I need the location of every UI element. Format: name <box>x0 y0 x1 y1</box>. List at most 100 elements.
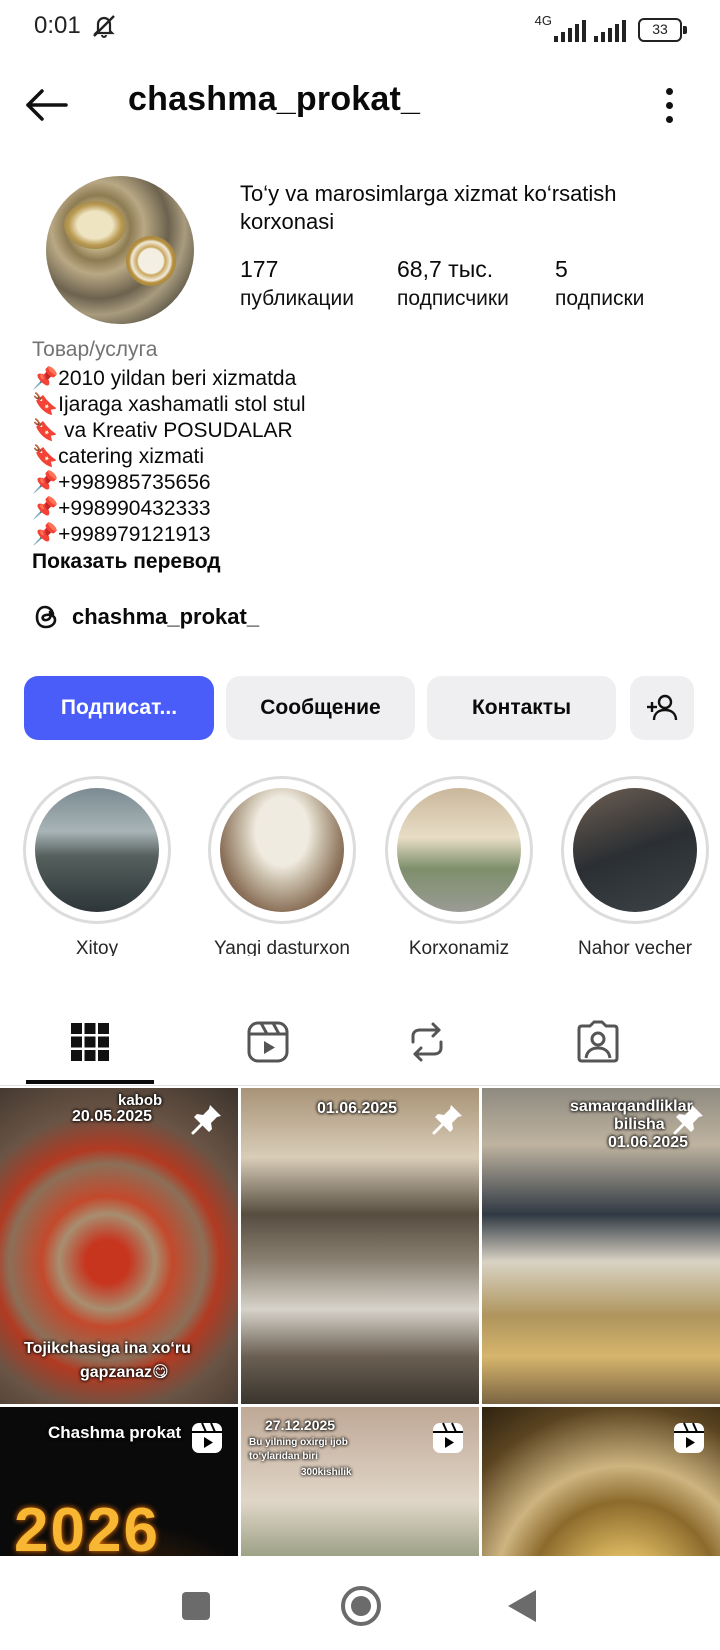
profile-stats: 177 публикации 68,7 тыс. подписчики 5 по… <box>240 254 700 314</box>
tab-reels[interactable] <box>196 1000 340 1084</box>
reels-icon <box>247 1021 289 1063</box>
signal-icon <box>554 20 586 42</box>
highlight-cover <box>573 788 697 912</box>
highlight-yangi-dasturxon[interactable]: Yangi dasturxon <box>197 776 367 956</box>
bio-line[interactable]: 📌+998979121913 <box>32 522 692 548</box>
repost-icon <box>411 1022 443 1062</box>
post-caption: 27.12.2025 <box>265 1417 336 1433</box>
follow-button[interactable]: Подписат... <box>24 676 214 740</box>
pin-icon <box>191 1105 221 1135</box>
profile-category: Товар/услуга <box>32 338 158 361</box>
reel-icon <box>433 1422 463 1453</box>
tab-reposts[interactable] <box>355 1000 499 1084</box>
post-caption: 20.05.2025 <box>72 1108 153 1125</box>
threads-link[interactable]: chashma_prokat_ <box>32 600 259 634</box>
highlight-ring <box>385 776 533 924</box>
post-caption: Chashma prokat <box>48 1423 182 1442</box>
bio-line: 🔖 va Kreativ POSUDALAR <box>32 419 293 442</box>
post-caption: kabob <box>118 1092 163 1109</box>
post-tile[interactable] <box>482 1407 720 1556</box>
highlight-ring <box>23 776 171 924</box>
show-translation-link[interactable]: Показать перевод <box>32 550 221 574</box>
threads-icon <box>35 605 57 629</box>
recent-apps-icon[interactable] <box>182 1592 210 1620</box>
home-icon[interactable] <box>341 1586 381 1626</box>
contacts-button[interactable]: Контакты <box>427 676 616 740</box>
network-type: 4G <box>534 13 552 28</box>
profile-header: chashma_prokat_ <box>0 62 720 146</box>
page-title: chashma_prokat_ <box>128 80 421 118</box>
highlight-cover <box>397 788 521 912</box>
back-triangle-icon[interactable] <box>508 1590 536 1622</box>
avatar[interactable] <box>46 176 194 324</box>
stat-followers-value: 68,7 тыс. <box>397 256 494 282</box>
post-caption: Bu yilning oxirgi ijob <box>249 1437 348 1448</box>
threads-handle: chashma_prokat_ <box>72 604 260 629</box>
highlight-xitoy[interactable]: Xitoy <box>12 776 182 956</box>
highlight-ring <box>208 776 356 924</box>
post-caption: 2026 <box>14 1496 160 1556</box>
posts-grid: kabob 20.05.2025 Tojikchasiga ina xo‘ru … <box>0 1088 720 1556</box>
message-button[interactable]: Сообщение <box>226 676 415 740</box>
tab-tagged[interactable] <box>526 1000 670 1084</box>
grid-icon <box>71 1023 109 1061</box>
profile-actions: Подписат... Сообщение Контакты <box>24 676 704 740</box>
post-caption: bilisha <box>614 1116 665 1133</box>
post-tile[interactable]: 01.06.2025 <box>241 1088 479 1404</box>
stat-following[interactable]: 5 подписки <box>555 254 644 314</box>
stat-posts-value: 177 <box>240 256 279 282</box>
profile-bio: 📌2010 yildan beri xizmatda 🔖Ijaraga xash… <box>32 366 692 548</box>
profile-tabs <box>0 1000 720 1086</box>
status-time: 0:01 <box>34 12 81 39</box>
post-caption: gapzanaz😋 <box>80 1364 169 1381</box>
back-arrow-icon[interactable] <box>22 80 72 130</box>
stat-followers-label: подписчики <box>397 287 509 310</box>
highlight-korxonamiz[interactable]: Korxonamiz <box>374 776 544 956</box>
bio-line[interactable]: 📌+998985735656 <box>32 470 692 496</box>
stat-following-label: подписки <box>555 287 645 310</box>
highlight-label: Yangi dasturxon <box>214 938 350 956</box>
highlight-label: Xitoy <box>75 938 119 956</box>
stat-posts-label: публикации <box>240 287 354 310</box>
highlight-ring <box>561 776 709 924</box>
post-tile[interactable]: Chashma prokat 2026 <box>0 1407 238 1556</box>
status-bar: 0:01 4G 33 <box>0 0 720 56</box>
reel-icon <box>674 1422 704 1453</box>
highlight-label: Korxonamiz <box>408 938 510 956</box>
post-caption: Tojikchasiga ina xo‘ru <box>24 1340 191 1357</box>
pin-icon <box>673 1105 703 1135</box>
add-person-button[interactable] <box>630 676 694 740</box>
post-caption: 01.06.2025 <box>608 1134 689 1151</box>
tagged-person-icon <box>577 1020 619 1063</box>
highlight-label: Nahor vecher <box>577 938 693 956</box>
bio-line[interactable]: 📌+998990432333 <box>32 496 692 522</box>
battery-level: 33 <box>652 21 668 37</box>
highlight-cover <box>35 788 159 912</box>
post-tile[interactable]: kabob 20.05.2025 Tojikchasiga ina xo‘ru … <box>0 1088 238 1404</box>
post-caption: to‘ylaridan biri <box>249 1451 318 1462</box>
stat-posts[interactable]: 177 публикации <box>240 254 354 314</box>
tab-grid[interactable] <box>18 1000 162 1084</box>
bio-line: 📌2010 yildan beri xizmatda <box>32 367 297 390</box>
more-vertical-icon[interactable] <box>660 80 680 130</box>
reel-icon <box>192 1422 222 1453</box>
post-caption: 300kishilik <box>301 1467 352 1478</box>
highlight-nahor-vecher[interactable]: Nahor vecher <box>550 776 720 956</box>
highlight-cover <box>220 788 344 912</box>
stat-following-value: 5 <box>555 256 568 282</box>
system-nav-bar <box>0 1560 720 1650</box>
profile-name: To‘y va marosimlarga xizmat ko‘rsatish k… <box>240 181 617 234</box>
post-tile[interactable]: 27.12.2025 Bu yilning oxirgi ijob to‘yla… <box>241 1407 479 1556</box>
pin-icon <box>432 1105 462 1135</box>
add-person-icon <box>647 694 678 721</box>
status-indicators: 4G 33 <box>534 12 687 42</box>
story-highlights: Xitoy Yangi dasturxon Korxonamiz Nahor v… <box>0 776 720 956</box>
mute-icon <box>93 15 115 38</box>
battery-icon: 33 <box>638 18 687 42</box>
stat-followers[interactable]: 68,7 тыс. подписчики <box>397 254 509 314</box>
post-caption: 01.06.2025 <box>317 1100 398 1117</box>
bio-line: 🔖Ijaraga xashamatli stol stul <box>32 393 306 416</box>
post-tile[interactable]: samarqandliklar bilisha 01.06.2025 <box>482 1088 720 1404</box>
active-tab-indicator <box>26 1080 154 1084</box>
bio-line: 🔖catering xizmati <box>32 445 205 468</box>
